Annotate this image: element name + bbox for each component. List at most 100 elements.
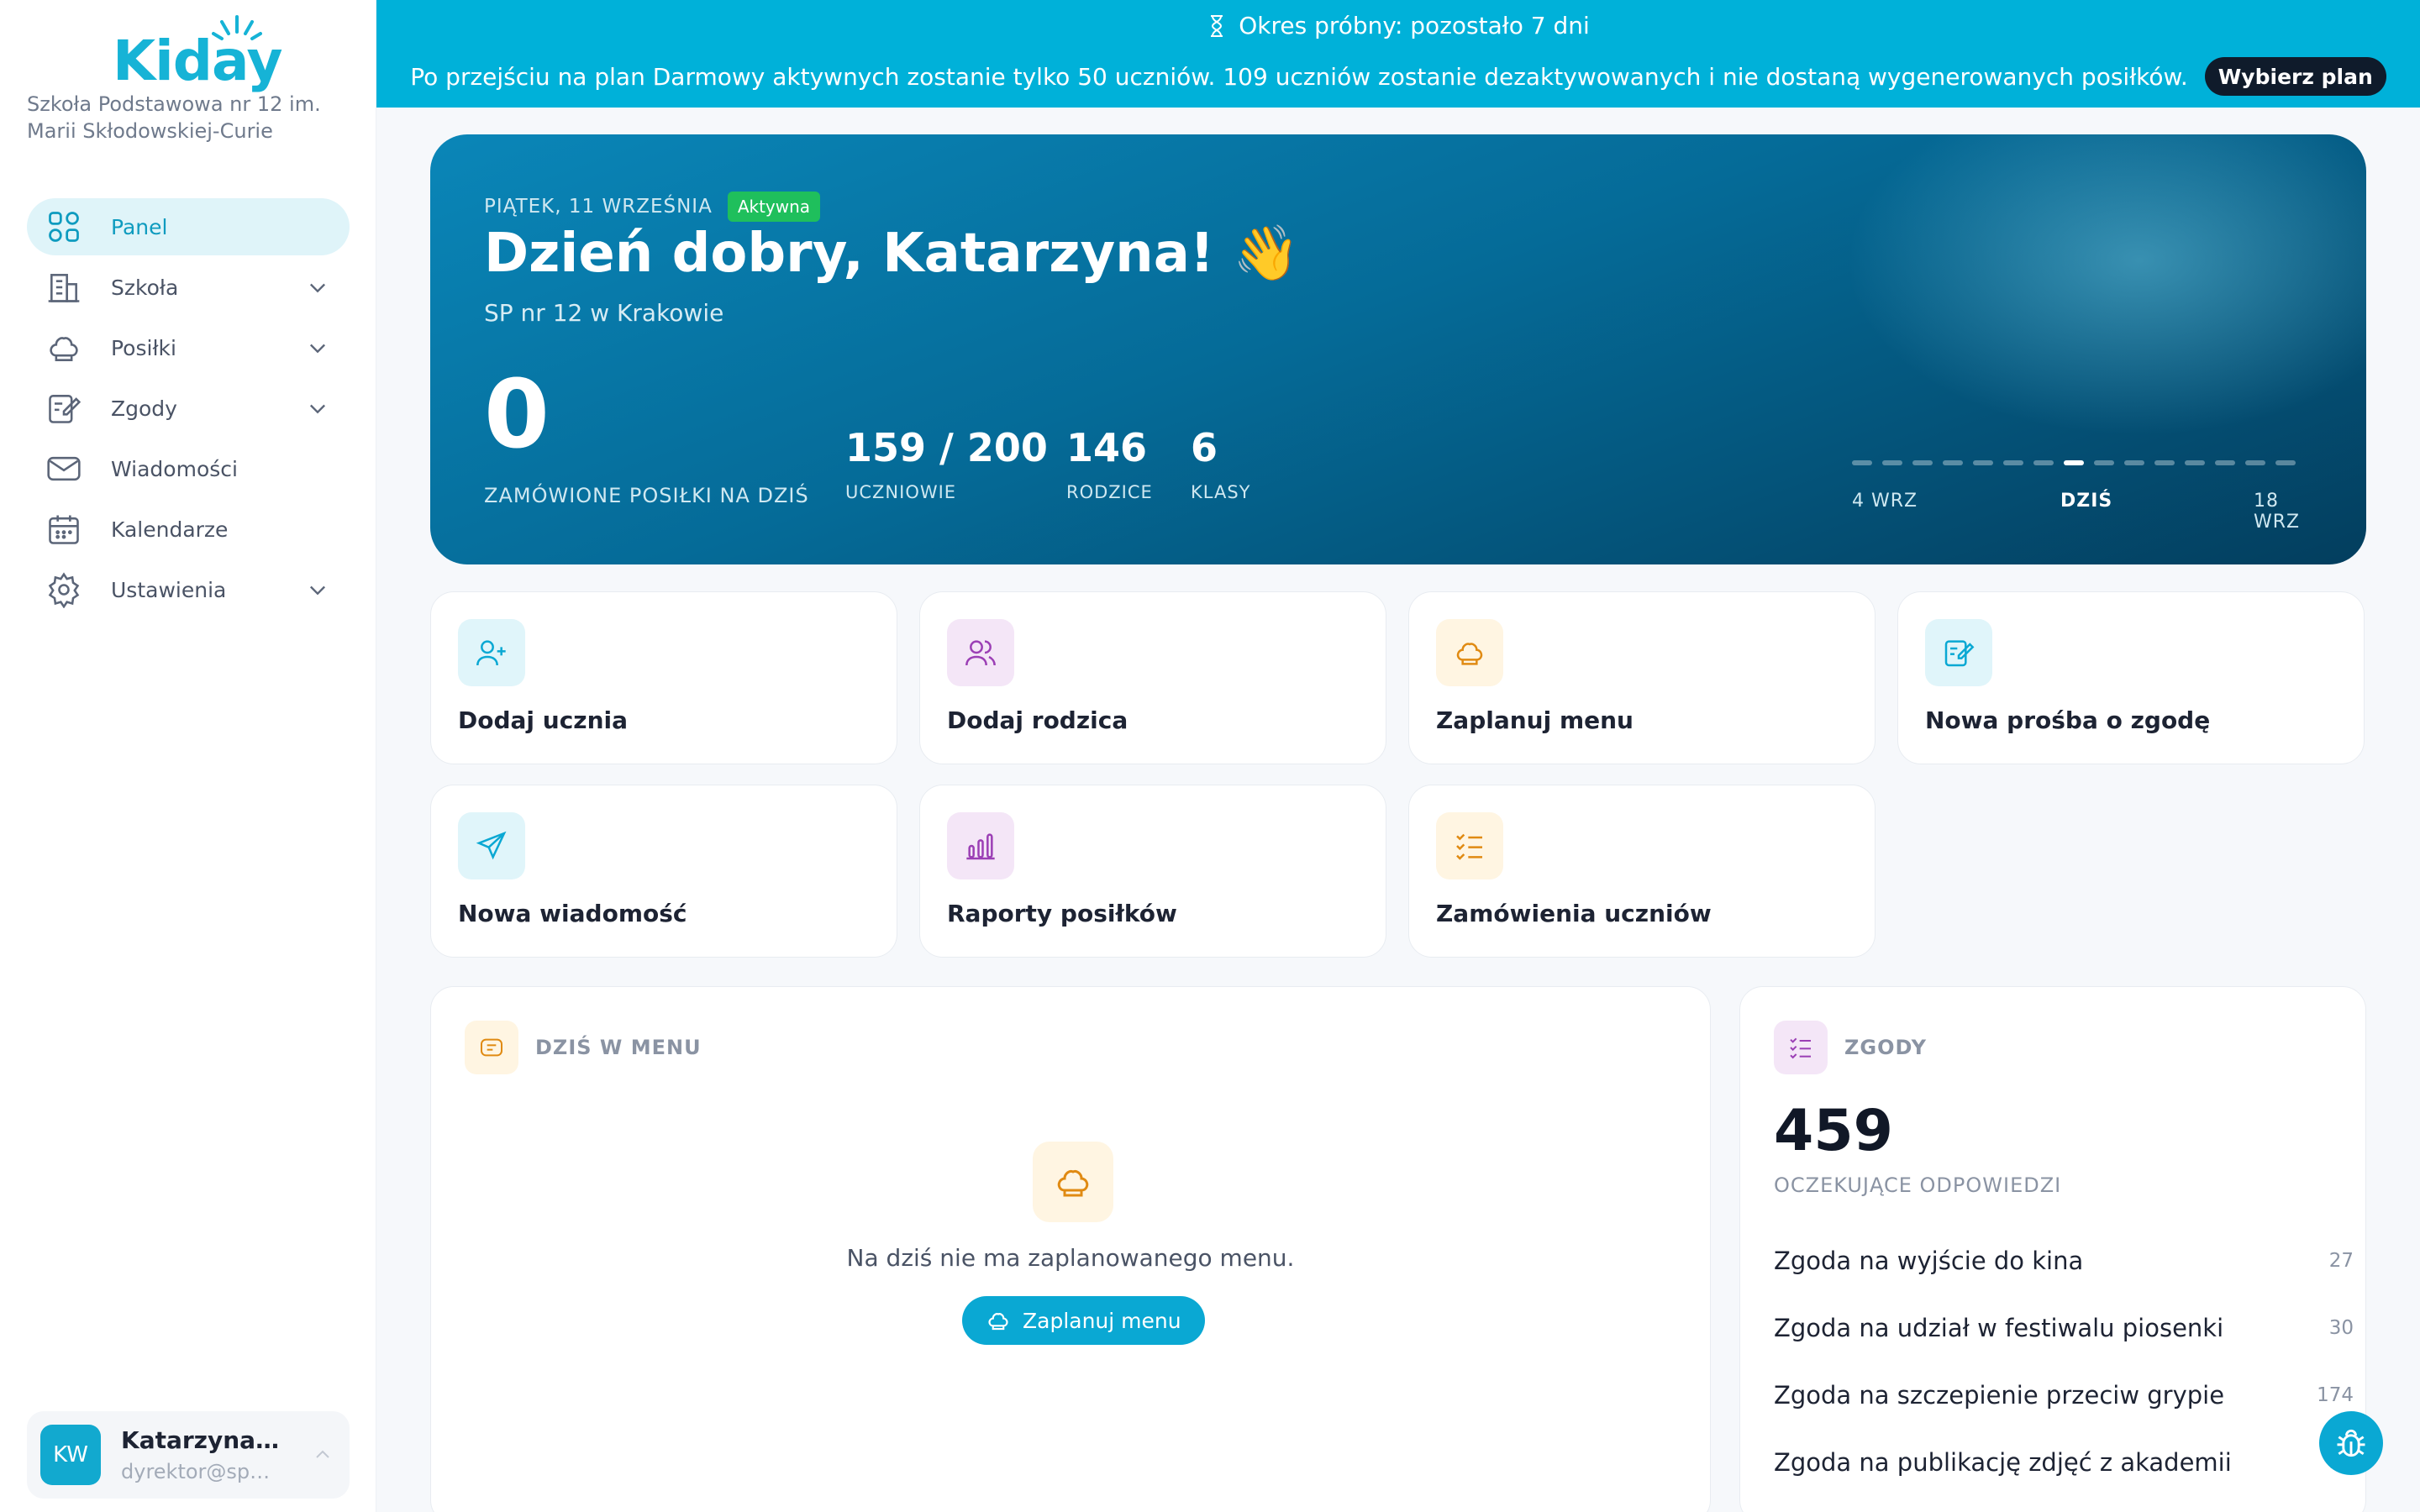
timeline-today-label[interactable]: DZIŚ [2060, 491, 2112, 512]
chef-hat-icon [988, 1313, 1008, 1331]
day-timeline: 4 WRZ DZIŚ 18 WRZ [1852, 460, 2306, 536]
pending-consents-label: OCZEKUJĄCE ODPOWIEDZI [1774, 1173, 2062, 1197]
hero-date-row: PIĄTEK, 11 WRZEŚNIA Aktywna [484, 192, 821, 222]
action-label: Dodaj ucznia [458, 706, 629, 734]
action-label: Nowa prośba o zgodę [1925, 706, 2211, 734]
bug-icon [2337, 1429, 2365, 1457]
avatar: KW [40, 1425, 101, 1485]
plan-menu-card[interactable]: Zaplanuj menu [1408, 591, 1876, 764]
panel-header: DZIŚ W MENU [465, 1021, 702, 1074]
consent-count: 30 [2328, 1317, 2354, 1339]
send-icon [458, 812, 525, 879]
add-user-icon [458, 619, 525, 686]
bug-report-button[interactable] [2319, 1411, 2383, 1475]
consent-name: Zgoda na publikację zdjęć z akademii [1774, 1448, 2232, 1477]
trial-message: Po przejściu na plan Darmowy aktywnych z… [410, 62, 2188, 91]
consent-name: Zgoda na wyjście do kina [1774, 1247, 2084, 1275]
meal-reports-card[interactable]: Raporty posiłków [919, 785, 1386, 958]
gear-icon [44, 570, 84, 610]
consent-count: 174 [2317, 1384, 2354, 1406]
action-label: Nowa wiadomość [458, 900, 687, 927]
stat-parents: 146 RODZICE [1066, 425, 1153, 502]
list-item[interactable]: Zgoda na publikację zdjęć z akademii 54 [1774, 1429, 2354, 1496]
hero-school: SP nr 12 w Krakowie [484, 299, 724, 327]
plan-menu-button-label: Zaplanuj menu [1023, 1308, 1181, 1333]
sidebar-item-label: Panel [111, 214, 168, 239]
timeline-dots [1852, 460, 2306, 465]
list-item[interactable]: Zgoda na szczepienie przeciw grypie 174 [1774, 1362, 2354, 1429]
checklist-icon [1774, 1021, 1828, 1074]
panel-title: ZGODY [1844, 1036, 1928, 1059]
timeline-day[interactable] [2154, 460, 2175, 465]
hero-glow [1845, 134, 2366, 437]
stat-students: 159 / 200 UCZNIOWIE [845, 425, 1048, 502]
calendar-icon [44, 509, 84, 549]
timeline-day[interactable] [2185, 460, 2205, 465]
user-menu[interactable]: KW Katarzyna Wiśniewska dyrektor@sp12.ed… [27, 1411, 350, 1499]
checklist-icon [1436, 812, 1503, 879]
status-badge: Aktywna [727, 192, 821, 222]
sidebar-item-posilki[interactable]: Posiłki [27, 319, 350, 376]
timeline-day[interactable] [2215, 460, 2235, 465]
sidebar-item-szkola[interactable]: Szkoła [27, 259, 350, 316]
menu-card-icon [465, 1021, 518, 1074]
timeline-day[interactable] [1943, 460, 1963, 465]
timeline-day[interactable] [1912, 460, 1933, 465]
chef-hat-icon [1436, 619, 1503, 686]
add-parent-card[interactable]: Dodaj rodzica [919, 591, 1386, 764]
action-label: Zaplanuj menu [1436, 706, 1634, 734]
sidebar-item-wiadomosci[interactable]: Wiadomości [27, 440, 350, 497]
sidebar-item-label: Posiłki [111, 335, 176, 360]
timeline-day[interactable] [1852, 460, 1872, 465]
empty-state-text: Na dziś nie ma zaplanowanego menu. [846, 1244, 1295, 1272]
chevron-up-icon[interactable] [313, 1445, 333, 1468]
user-email: dyrektor@sp12.edu.pl [121, 1460, 281, 1483]
sun-rays-icon [212, 15, 262, 40]
stat-value: 146 [1066, 425, 1148, 470]
sidebar-item-ustawienia[interactable]: Ustawienia [27, 561, 350, 618]
list-item[interactable]: Zgoda na wyjście do kina 27 [1774, 1227, 2354, 1294]
timeline-day[interactable] [2275, 460, 2296, 465]
timeline-day-current[interactable] [2064, 460, 2084, 465]
choose-plan-button[interactable]: Wybierz plan [2204, 57, 2386, 96]
plan-menu-button[interactable]: Zaplanuj menu [962, 1296, 1205, 1345]
add-student-card[interactable]: Dodaj ucznia [430, 591, 897, 764]
sidebar-item-panel[interactable]: Panel [27, 198, 350, 255]
sidebar-item-label: Zgody [111, 396, 177, 421]
action-label: Zamówienia uczniów [1436, 900, 1712, 927]
list-item[interactable]: Zgoda na udział w festiwalu piosenki 30 [1774, 1294, 2354, 1362]
timeline-day[interactable] [1973, 460, 1993, 465]
timeline-day[interactable] [2094, 460, 2114, 465]
timeline-day[interactable] [2124, 460, 2144, 465]
chevron-down-icon[interactable] [306, 336, 329, 363]
trial-banner: Okres próbny: pozostało 7 dni Po przejśc… [376, 0, 2420, 108]
sidebar-item-zgody[interactable]: Zgody [27, 380, 350, 437]
timeline-day[interactable] [2003, 460, 2023, 465]
sidebar-item-kalendarze[interactable]: Kalendarze [27, 501, 350, 558]
consent-name: Zgoda na udział w festiwalu piosenki [1774, 1314, 2224, 1342]
timeline-day[interactable] [1882, 460, 1902, 465]
kiday-logo[interactable]: Kiday [113, 13, 283, 93]
school-name: Szkoła Podstawowa nr 12 im. Marii Skłodo… [27, 92, 321, 143]
sidebar-item-label: Kalendarze [111, 517, 229, 542]
stat-label: KLASY [1191, 482, 1251, 502]
new-message-card[interactable]: Nowa wiadomość [430, 785, 897, 958]
timeline-day[interactable] [2245, 460, 2265, 465]
user-name: Katarzyna Wiśniewska [121, 1426, 281, 1454]
trial-text: Okres próbny: pozostało 7 dni [1239, 12, 1590, 39]
consent-list: Zgoda na wyjście do kina 27 Zgoda na udz… [1774, 1227, 2354, 1496]
hourglass-icon [1211, 14, 1223, 37]
stat-value: 6 [1191, 425, 1218, 470]
timeline-day[interactable] [2033, 460, 2054, 465]
panel-title: DZIŚ W MENU [535, 1036, 702, 1059]
chevron-down-icon[interactable] [306, 578, 329, 605]
today-menu-panel: DZIŚ W MENU Na dziś nie ma zaplanowanego… [430, 986, 1711, 1512]
trial-message-row: Po przejściu na plan Darmowy aktywnych z… [376, 57, 2420, 96]
new-consent-request-card[interactable]: Nowa prośba o zgodę [1897, 591, 2365, 764]
student-orders-card[interactable]: Zamówienia uczniów [1408, 785, 1876, 958]
stat-label: UCZNIOWIE [845, 482, 957, 502]
chevron-down-icon[interactable] [306, 396, 329, 423]
edit-document-icon [44, 388, 84, 428]
chevron-down-icon[interactable] [306, 276, 329, 302]
sidebar-nav: Panel Szkoła Posiłki Zgody Wiadomości Ka… [27, 198, 350, 622]
